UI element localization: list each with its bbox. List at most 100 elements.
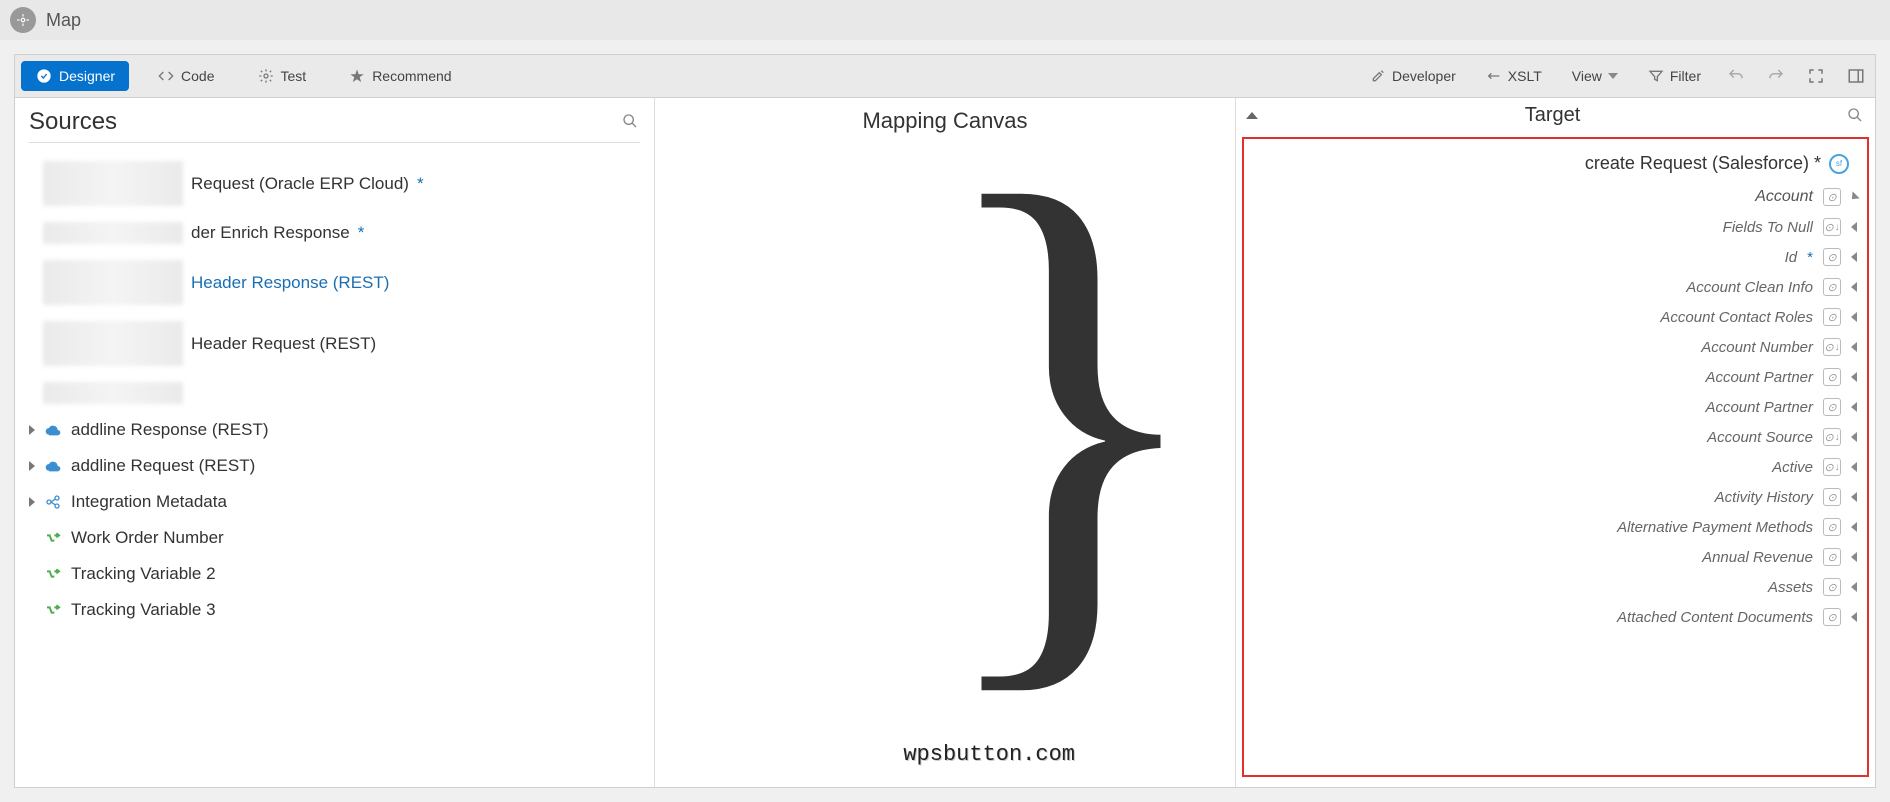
chevron-left-icon [1851, 342, 1857, 352]
cloud-icon [43, 458, 63, 474]
target-field[interactable]: Account Number⊙ [1254, 332, 1857, 362]
source-item[interactable]: Tracking Variable 3 [29, 592, 640, 628]
field-label: Account Source [1707, 429, 1813, 446]
field-type-icon: ⊙ [1823, 488, 1841, 506]
redacted-icon [43, 382, 183, 404]
code-icon [157, 67, 175, 85]
tab-label: Recommend [372, 68, 451, 84]
xslt-label: XSLT [1508, 68, 1542, 84]
target-field[interactable]: Account Partner⊙ [1254, 392, 1857, 422]
map-icon[interactable] [10, 7, 36, 33]
source-item[interactable]: Integration Metadata [29, 484, 640, 520]
target-field[interactable]: Id * ⊙ [1254, 242, 1857, 272]
source-item[interactable] [29, 374, 640, 412]
redacted-icon [43, 161, 183, 206]
target-field[interactable]: Annual Revenue⊙ [1254, 542, 1857, 572]
salesforce-icon: sf [1829, 154, 1849, 174]
mapped-marker: * [358, 223, 365, 243]
target-field[interactable]: Account Contact Roles⊙ [1254, 302, 1857, 332]
expand-icon[interactable] [29, 425, 35, 435]
panel-toggle-button[interactable] [1843, 63, 1869, 89]
source-item[interactable]: Tracking Variable 2 [29, 556, 640, 592]
target-field[interactable]: Account Clean Info⊙ [1254, 272, 1857, 302]
target-field[interactable]: Assets⊙ [1254, 572, 1857, 602]
filter-button[interactable]: Filter [1640, 64, 1709, 88]
field-label: Id [1785, 249, 1798, 266]
target-field[interactable]: Fields To Null⊙ [1254, 212, 1857, 242]
source-label: addline Request (REST) [71, 456, 255, 476]
designer-icon [35, 67, 53, 85]
field-label: Account Number [1701, 339, 1813, 356]
tab-label: Designer [59, 68, 115, 84]
field-type-icon: ⊙ [1823, 188, 1841, 206]
source-item[interactable]: Work Order Number [29, 520, 640, 556]
mapped-marker: * [417, 174, 424, 194]
workspace: Sources Request (Oracle ERP Cloud)*der E… [14, 98, 1876, 788]
chevron-left-icon [1851, 582, 1857, 592]
source-item[interactable]: Header Response (REST) [29, 252, 640, 313]
developer-button[interactable]: Developer [1362, 64, 1464, 88]
source-label: der Enrich Response [191, 223, 350, 243]
target-field[interactable]: Alternative Payment Methods⊙ [1254, 512, 1857, 542]
redo-button[interactable] [1763, 63, 1789, 89]
source-item[interactable]: der Enrich Response * [29, 214, 640, 252]
expand-icon[interactable] [29, 461, 35, 471]
chevron-left-icon [1851, 432, 1857, 442]
target-field[interactable]: Active⊙ [1254, 452, 1857, 482]
field-label: Account Partner [1705, 399, 1813, 416]
collapse-up-icon[interactable] [1246, 112, 1258, 119]
source-label: Header Response (REST) [191, 273, 389, 293]
search-icon[interactable] [1847, 107, 1865, 125]
target-highlight-box: create Request (Salesforce) * sf Account… [1242, 137, 1869, 777]
variable-icon [43, 566, 63, 582]
page-title: Map [46, 10, 81, 31]
chevron-left-icon [1851, 492, 1857, 502]
undo-button[interactable] [1723, 63, 1749, 89]
source-item[interactable]: Request (Oracle ERP Cloud)* [29, 153, 640, 214]
search-icon[interactable] [622, 113, 640, 131]
variable-icon [43, 530, 63, 546]
cloud-icon [43, 422, 63, 438]
required-marker: * [1809, 153, 1821, 173]
field-label: Account Clean Info [1686, 279, 1813, 296]
chevron-left-icon [1851, 372, 1857, 382]
field-type-icon: ⊙ [1823, 608, 1841, 626]
field-type-icon: ⊙ [1823, 248, 1841, 266]
chevron-left-icon [1851, 462, 1857, 472]
source-item[interactable]: Header Request (REST) [29, 313, 640, 374]
chevron-left-icon [1851, 552, 1857, 562]
star-icon [348, 67, 366, 85]
xslt-button[interactable]: XSLT [1478, 64, 1550, 88]
filter-icon [1648, 68, 1664, 84]
field-type-icon: ⊙ [1823, 518, 1841, 536]
account-label: Account [1755, 188, 1813, 206]
field-type-icon: ⊙ [1823, 218, 1841, 236]
target-field[interactable]: Account Source⊙ [1254, 422, 1857, 452]
expand-button[interactable] [1803, 63, 1829, 89]
source-label: Work Order Number [71, 528, 224, 548]
tab-code[interactable]: Code [143, 61, 228, 91]
tab-recommend[interactable]: Recommend [334, 61, 465, 91]
source-label: Integration Metadata [71, 492, 227, 512]
tab-test[interactable]: Test [243, 61, 321, 91]
source-label: Header Request (REST) [191, 334, 376, 354]
target-field[interactable]: Attached Content Documents⊙ [1254, 602, 1857, 632]
redacted-icon [43, 321, 183, 366]
tab-designer[interactable]: Designer [21, 61, 129, 91]
view-dropdown[interactable]: View [1564, 64, 1626, 88]
source-label: addline Response (REST) [71, 420, 268, 440]
mapping-canvas[interactable]: Mapping Canvas } wpsbutton.com [655, 98, 1235, 787]
titlebar: Map [0, 0, 1890, 40]
target-field[interactable]: Activity History⊙ [1254, 482, 1857, 512]
field-label: Account Contact Roles [1660, 309, 1813, 326]
developer-label: Developer [1392, 68, 1456, 84]
target-root[interactable]: create Request (Salesforce) * sf [1254, 145, 1857, 182]
target-field[interactable]: Account Partner⊙ [1254, 362, 1857, 392]
source-item[interactable]: addline Request (REST) [29, 448, 640, 484]
source-item[interactable]: addline Response (REST) [29, 412, 640, 448]
required-marker: * [1807, 249, 1813, 266]
sources-title: Sources [29, 108, 117, 136]
expand-icon[interactable] [29, 497, 35, 507]
target-account[interactable]: Account ⊙ [1254, 182, 1857, 212]
metadata-icon [43, 494, 63, 510]
